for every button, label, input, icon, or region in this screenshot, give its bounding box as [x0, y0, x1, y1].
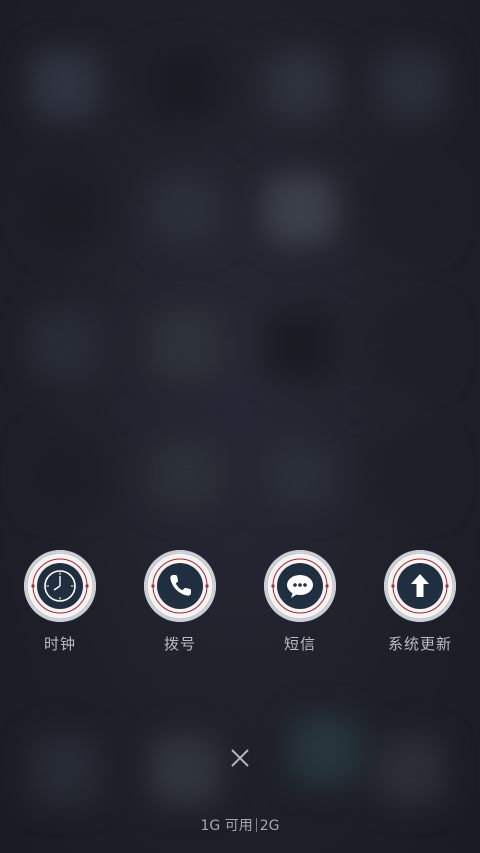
- app-messages-label: 短信: [283, 635, 316, 653]
- memory-total: 2G: [259, 818, 280, 834]
- close-icon: [231, 749, 249, 767]
- chat-bubble-icon: [264, 550, 336, 622]
- memory-divider: [255, 818, 257, 832]
- app-clock-label: 时钟: [43, 635, 76, 653]
- clock-icon: [24, 550, 96, 622]
- home-screen: 时钟 拨号 短信 系统更新 1G 可用 2G: [0, 0, 480, 853]
- blurred-app-grid: [0, 0, 480, 853]
- app-system-update-label: 系统更新: [387, 635, 452, 653]
- app-dialer-label: 拨号: [163, 635, 196, 653]
- app-clock[interactable]: 时钟: [0, 548, 120, 658]
- app-dock: 时钟 拨号 短信 系统更新: [0, 548, 480, 658]
- close-button[interactable]: [225, 743, 255, 773]
- app-system-update[interactable]: 系统更新: [360, 548, 480, 658]
- app-messages[interactable]: 短信: [240, 548, 360, 658]
- app-dialer[interactable]: 拨号: [120, 548, 240, 658]
- phone-icon: [144, 550, 216, 622]
- memory-status: 1G 可用 2G: [0, 815, 480, 835]
- memory-available: 1G 可用: [200, 818, 253, 834]
- arrow-up-icon: [384, 550, 456, 622]
